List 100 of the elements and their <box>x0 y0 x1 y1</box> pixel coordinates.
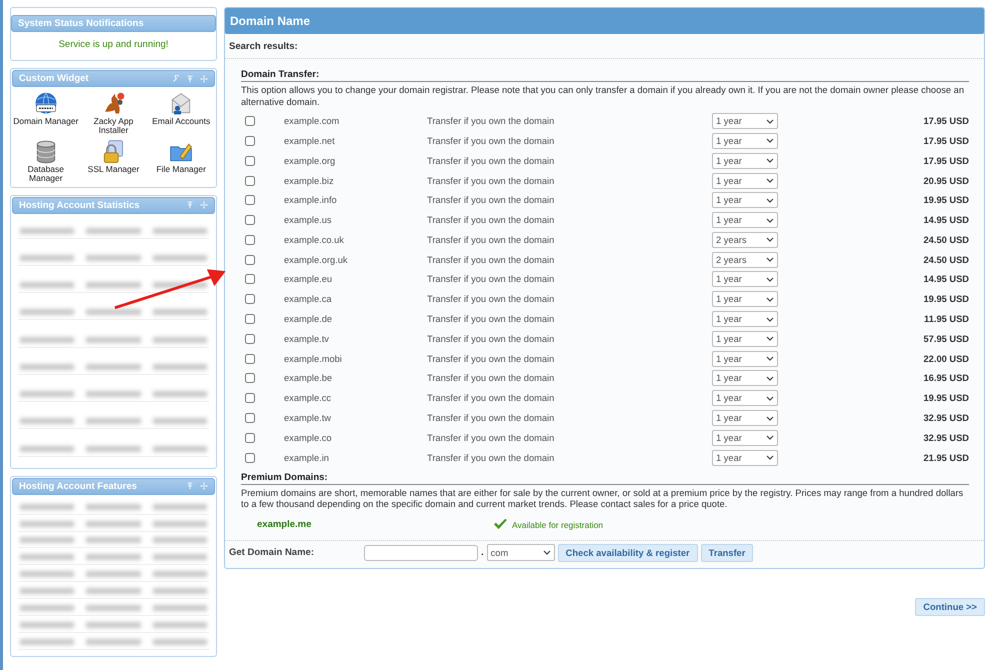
checkbox[interactable] <box>245 314 255 324</box>
price-text: 14.95 USD <box>922 215 969 226</box>
domain-name: example.us <box>284 215 333 226</box>
chevron-icon <box>766 396 774 401</box>
price-text: 11.95 USD <box>923 314 969 324</box>
checkbox[interactable] <box>245 215 255 226</box>
shortcut-link[interactable]: Email Accounts <box>147 91 215 135</box>
chevron-icon <box>766 376 774 381</box>
widget-title: System Status Notifications <box>18 18 144 29</box>
period-dropdown[interactable]: 1 year <box>712 370 778 386</box>
domain-name: example.me <box>257 519 312 530</box>
continue-button[interactable]: Continue >> <box>915 598 985 616</box>
domain-name: example.mobi <box>284 354 343 364</box>
period-dropdown[interactable]: 1 year <box>712 311 778 328</box>
checkbox[interactable] <box>245 354 255 364</box>
chevron-icon <box>766 118 774 124</box>
period-dropdown[interactable]: 1 year <box>712 152 778 169</box>
chevron-icon <box>766 296 774 302</box>
chevron-icon <box>766 435 774 440</box>
chevron-icon <box>766 416 774 421</box>
checkbox[interactable] <box>245 156 255 166</box>
price-text: 24.50 USD <box>922 234 969 245</box>
period-dropdown[interactable]: 1 year <box>712 350 778 367</box>
period-dropdown[interactable]: 1 year <box>712 271 778 288</box>
section-label: Search results: <box>225 34 984 59</box>
widget-title: Custom Widget <box>19 73 89 84</box>
action-text: Transfer if you own the domain <box>427 373 556 384</box>
domain-input[interactable] <box>364 544 478 561</box>
checkbox[interactable] <box>245 373 255 384</box>
action-text: Transfer if you own the domain <box>427 354 556 364</box>
domain-name: example.co <box>284 432 333 443</box>
tld-dropdown[interactable]: com <box>486 544 555 562</box>
checkbox[interactable] <box>245 452 255 463</box>
checkbox[interactable] <box>245 294 255 304</box>
price-text: 16.95 USD <box>922 373 969 384</box>
checkmark-icon <box>493 518 508 532</box>
widget-title: Hosting Account Statistics <box>19 200 140 211</box>
action-text: Transfer if you own the domain <box>427 176 556 186</box>
period-dropdown[interactable]: 1 year <box>712 291 778 308</box>
checkbox[interactable] <box>245 176 255 186</box>
checkbox[interactable] <box>245 254 255 265</box>
period-dropdown[interactable]: 1 year <box>712 132 778 149</box>
price-text: 57.95 USD <box>922 334 969 344</box>
checkbox[interactable] <box>245 432 255 443</box>
checkbox[interactable] <box>245 116 255 126</box>
action-button[interactable]: Transfer <box>700 544 754 562</box>
action-button[interactable]: Check availability & register <box>558 544 698 562</box>
shortcut-link[interactable]: Domain Manager <box>12 91 80 135</box>
domain-name: example.cc <box>284 393 332 404</box>
shortcut-link[interactable]: File Manager <box>147 138 215 183</box>
checkbox[interactable] <box>245 413 255 424</box>
period-dropdown[interactable]: 1 year <box>712 192 778 208</box>
field-label: Get Domain Name: <box>229 547 315 558</box>
checkbox[interactable] <box>245 195 255 206</box>
checkbox[interactable] <box>245 136 255 146</box>
action-text: Transfer if you own the domain <box>427 334 556 344</box>
description-text: Premium domains are short, memorable names that are either for sale by the current owner, or sold at a premium price by the registry. Prices may range from a hundred dollars to a few thousand depending on the specific domain and current market trends. Please contact sales for a price quote. <box>241 488 964 511</box>
action-text: Transfer if you own the domain <box>427 136 556 146</box>
period-dropdown[interactable]: 2 years <box>712 252 778 268</box>
chevron-icon <box>766 356 774 362</box>
domain-name: example.tv <box>284 334 330 344</box>
description-text: This option allows you to change your domain registrar. Please note that you can only transfer a domain if you already own it. If you are not the domain owner please choose an alternative domain. <box>241 85 965 108</box>
period-dropdown[interactable]: 1 year <box>712 172 778 188</box>
domain-name: example.ca <box>284 294 333 304</box>
period-dropdown[interactable]: 1 year <box>712 410 778 426</box>
action-text: Transfer if you own the domain <box>427 234 556 245</box>
chevron-icon <box>766 198 774 203</box>
status-message: Service is up and running! <box>58 38 170 52</box>
period-dropdown[interactable]: 1 year <box>712 430 778 446</box>
action-text: Transfer if you own the domain <box>427 314 556 324</box>
domain-name: example.eu <box>284 274 334 284</box>
period-dropdown[interactable]: 2 years <box>712 232 778 248</box>
price-text: 22.00 USD <box>922 354 969 364</box>
price-text: 24.50 USD <box>922 254 969 265</box>
period-dropdown[interactable]: 1 year <box>712 330 778 347</box>
period-dropdown[interactable]: 1 year <box>712 390 778 406</box>
checkbox[interactable] <box>245 234 255 245</box>
domain-name: example.tw <box>284 413 332 424</box>
domain-name: example.be <box>284 373 334 384</box>
price-text: 19.95 USD <box>922 294 969 304</box>
period-dropdown[interactable]: 1 year <box>712 113 778 130</box>
checkbox[interactable] <box>245 393 255 404</box>
price-text: 14.95 USD <box>922 274 969 284</box>
domain-name: example.de <box>284 314 334 324</box>
chevron-icon <box>766 257 774 262</box>
price-text: 19.95 USD <box>922 195 969 206</box>
checkbox[interactable] <box>245 334 255 344</box>
chevron-icon <box>542 550 551 556</box>
shortcut-link[interactable]: SSL Manager <box>80 138 148 183</box>
action-text: Transfer if you own the domain <box>427 195 556 206</box>
chevron-icon <box>766 178 774 183</box>
domain-name: example.org <box>284 156 336 166</box>
shortcut-link[interactable]: Database Manager <box>12 138 80 183</box>
checkbox[interactable] <box>245 274 255 284</box>
action-text: Transfer if you own the domain <box>427 432 556 443</box>
shortcut-link[interactable]: Zacky App Installer <box>80 91 148 135</box>
period-dropdown[interactable]: 1 year <box>712 450 778 466</box>
chevron-icon <box>766 316 774 322</box>
chevron-icon <box>766 138 774 144</box>
period-dropdown[interactable]: 1 year <box>712 212 778 228</box>
